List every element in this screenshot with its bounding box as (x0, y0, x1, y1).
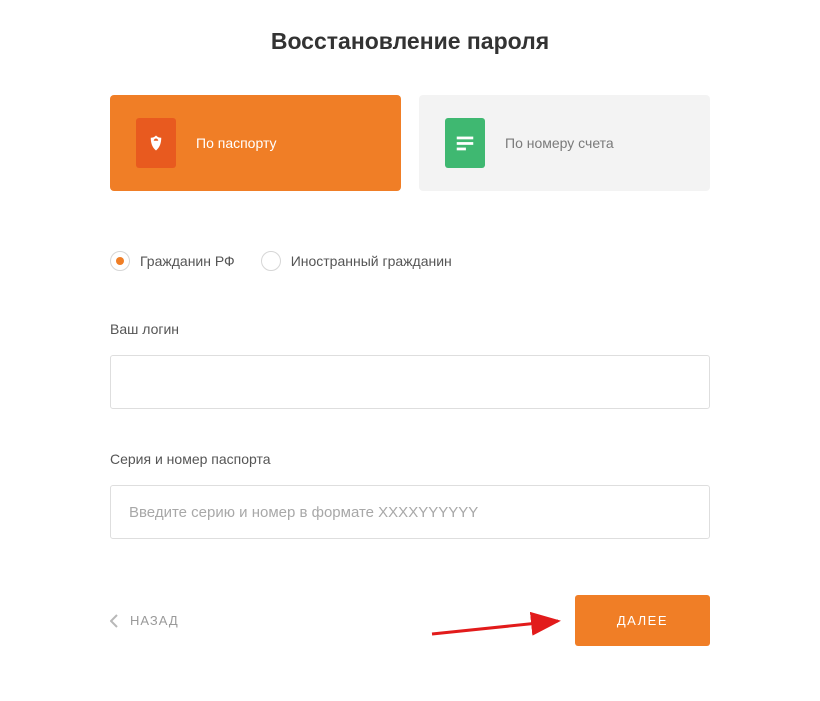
passport-label: Серия и номер паспорта (110, 451, 710, 467)
radio-citizen-rf[interactable]: Гражданин РФ (110, 251, 235, 271)
method-card-passport[interactable]: По паспорту (110, 95, 401, 191)
back-button-label: НАЗАД (130, 613, 179, 628)
login-label: Ваш логин (110, 321, 710, 337)
radio-indicator-icon (261, 251, 281, 271)
next-button[interactable]: ДАЛЕЕ (575, 595, 710, 646)
passport-emblem-icon (136, 118, 176, 168)
chevron-left-icon (110, 614, 118, 628)
method-passport-label: По паспорту (196, 135, 277, 151)
page-title: Восстановление пароля (110, 28, 710, 55)
citizenship-radio-group: Гражданин РФ Иностранный гражданин (110, 251, 710, 271)
login-input[interactable] (110, 355, 710, 409)
passport-input[interactable] (110, 485, 710, 539)
method-card-account[interactable]: По номеру счета (419, 95, 710, 191)
method-selector: По паспорту По номеру счета (110, 95, 710, 191)
radio-indicator-icon (110, 251, 130, 271)
radio-label-foreign: Иностранный гражданин (291, 253, 452, 269)
radio-citizen-foreign[interactable]: Иностранный гражданин (261, 251, 452, 271)
account-document-icon (445, 118, 485, 168)
method-account-label: По номеру счета (505, 135, 614, 151)
back-button[interactable]: НАЗАД (110, 613, 179, 628)
radio-label-rf: Гражданин РФ (140, 253, 235, 269)
